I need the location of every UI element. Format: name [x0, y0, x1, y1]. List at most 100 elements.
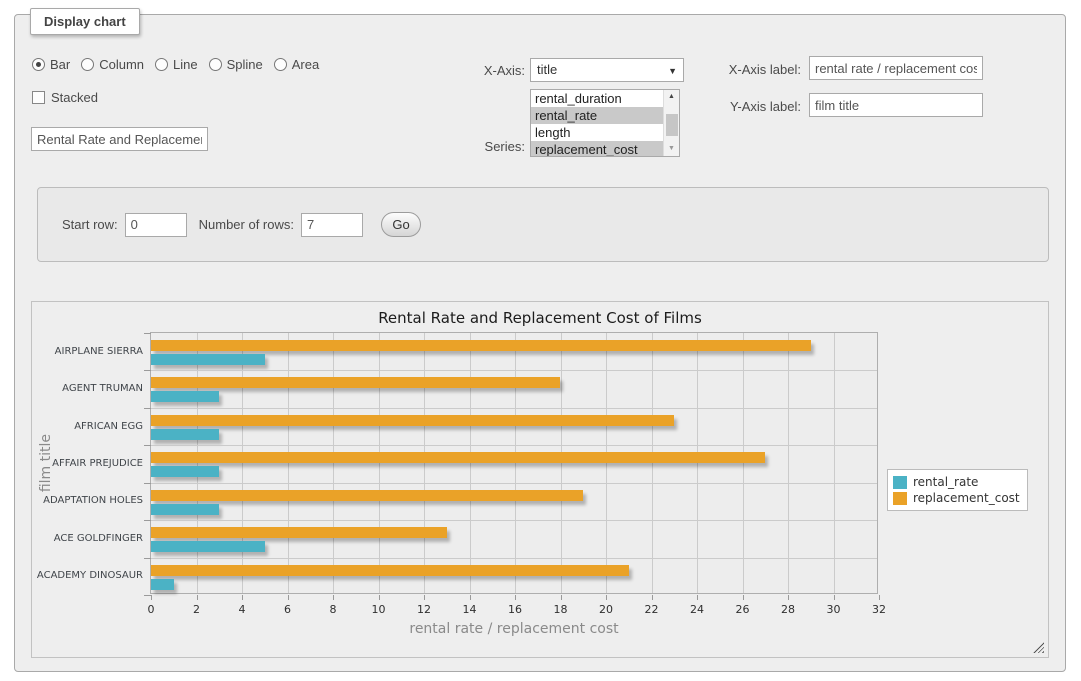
bar-replacement_cost: [151, 452, 765, 463]
chart-type-option-line: Line: [155, 57, 198, 72]
series-option-length[interactable]: length: [531, 124, 663, 141]
radio-column[interactable]: [81, 58, 94, 71]
x-tick-label: 18: [546, 603, 576, 616]
display-chart-fieldset: BarColumnLineSplineArea Stacked X-Axis: …: [14, 14, 1066, 672]
x-tick-label: 12: [409, 603, 439, 616]
x-tick-label: 28: [773, 603, 803, 616]
radio-spline[interactable]: [209, 58, 222, 71]
y-tick-mark: [144, 558, 151, 559]
fieldset-legend: Display chart: [30, 8, 140, 35]
rows-panel: Start row: Number of rows: Go: [37, 187, 1049, 262]
radio-area[interactable]: [274, 58, 287, 71]
bar-replacement_cost: [151, 490, 583, 501]
chart-type-option-area: Area: [274, 57, 319, 72]
num-rows-input[interactable]: [301, 213, 363, 237]
start-row-label: Start row:: [62, 217, 118, 232]
radio-label-spline[interactable]: Spline: [227, 57, 263, 72]
series-listbox[interactable]: rental_durationrental_ratelengthreplacem…: [530, 89, 680, 157]
x-axis-select-label: X-Axis:: [455, 63, 525, 78]
go-button[interactable]: Go: [381, 212, 421, 237]
gridline: [834, 333, 835, 593]
gridline: [788, 333, 789, 593]
x-tick-label: 14: [455, 603, 485, 616]
stacked-checkbox[interactable]: [32, 91, 45, 104]
x-tick-mark: [151, 595, 152, 600]
x-tick-mark: [424, 595, 425, 600]
y-tick-mark: [144, 408, 151, 409]
chart-type-option-column: Column: [81, 57, 144, 72]
x-tick-mark: [197, 595, 198, 600]
bar-rental_rate: [151, 504, 219, 515]
x-axis-label-label: X-Axis label:: [701, 62, 801, 77]
x-axis-select[interactable]: title ▼: [530, 58, 684, 82]
series-option-rental_rate[interactable]: rental_rate: [531, 107, 663, 124]
x-tick-mark: [470, 595, 471, 600]
scrollbar-thumb[interactable]: [666, 114, 678, 136]
legend-row: rental_rate: [893, 474, 1020, 490]
y-tick-mark: [144, 520, 151, 521]
resize-handle-icon[interactable]: [1033, 642, 1044, 653]
legend-swatch-replacement_cost: [893, 492, 907, 505]
series-options: rental_durationrental_ratelengthreplacem…: [531, 90, 663, 157]
bar-rental_rate: [151, 541, 265, 552]
x-tick-mark: [743, 595, 744, 600]
y-tick-mark: [144, 445, 151, 446]
x-tick-label: 16: [500, 603, 530, 616]
gridline: [151, 445, 877, 446]
stacked-row: Stacked: [32, 90, 98, 105]
chart-legend: rental_ratereplacement_cost: [887, 469, 1028, 511]
y-tick-mark: [144, 333, 151, 334]
y-tick-mark: [144, 370, 151, 371]
scroll-up-icon[interactable]: ▲: [664, 90, 679, 104]
y-axis-label-input[interactable]: [809, 93, 983, 117]
x-tick-mark: [333, 595, 334, 600]
gridline: [151, 370, 877, 371]
stacked-label[interactable]: Stacked: [51, 90, 98, 105]
legend-label-replacement_cost: replacement_cost: [913, 491, 1020, 505]
x-axis-label-input[interactable]: [809, 56, 983, 80]
bar-replacement_cost: [151, 527, 447, 538]
gridline: [151, 408, 877, 409]
chart-title-input[interactable]: [31, 127, 208, 151]
bar-rental_rate: [151, 391, 219, 402]
chevron-down-icon: ▼: [668, 59, 677, 83]
x-tick-label: 24: [682, 603, 712, 616]
legend-swatch-rental_rate: [893, 476, 907, 489]
radio-line[interactable]: [155, 58, 168, 71]
x-tick-mark: [242, 595, 243, 600]
chart-title: Rental Rate and Replacement Cost of Film…: [32, 309, 1048, 327]
x-tick-mark: [788, 595, 789, 600]
series-scrollbar[interactable]: ▲ ▼: [663, 90, 679, 156]
x-tick-label: 10: [364, 603, 394, 616]
chart-x-axis-title: rental rate / replacement cost: [151, 621, 877, 637]
radio-bar[interactable]: [32, 58, 45, 71]
start-row-input[interactable]: [125, 213, 187, 237]
radio-label-column[interactable]: Column: [99, 57, 144, 72]
num-rows-label: Number of rows:: [199, 217, 294, 232]
x-axis-selected-value: title: [537, 62, 557, 77]
chart-type-option-bar: Bar: [32, 57, 70, 72]
radio-label-area[interactable]: Area: [292, 57, 319, 72]
category-label: ADAPTATION HOLES: [35, 495, 143, 506]
radio-label-line[interactable]: Line: [173, 57, 198, 72]
x-tick-label: 6: [273, 603, 303, 616]
scroll-down-icon[interactable]: ▼: [664, 142, 679, 156]
x-tick-label: 0: [136, 603, 166, 616]
chart-type-radio-group: Bar Column Line Spline Area: [32, 57, 330, 72]
display-chart-page: BarColumnLineSplineArea Stacked X-Axis: …: [0, 0, 1081, 681]
x-tick-mark: [879, 595, 880, 600]
gridline: [151, 558, 877, 559]
category-label: AFRICAN EGG: [35, 421, 143, 432]
series-option-replacement_cost[interactable]: replacement_cost: [531, 141, 663, 157]
bar-rental_rate: [151, 354, 265, 365]
series-option-rental_duration[interactable]: rental_duration: [531, 90, 663, 107]
x-tick-mark: [606, 595, 607, 600]
x-tick-mark: [288, 595, 289, 600]
category-label: ACADEMY DINOSAUR: [35, 570, 143, 581]
radio-label-bar[interactable]: Bar: [50, 57, 70, 72]
x-tick-mark: [834, 595, 835, 600]
y-tick-mark: [144, 483, 151, 484]
chart-container: Rental Rate and Replacement Cost of Film…: [31, 301, 1049, 658]
x-tick-label: 20: [591, 603, 621, 616]
x-tick-mark: [515, 595, 516, 600]
